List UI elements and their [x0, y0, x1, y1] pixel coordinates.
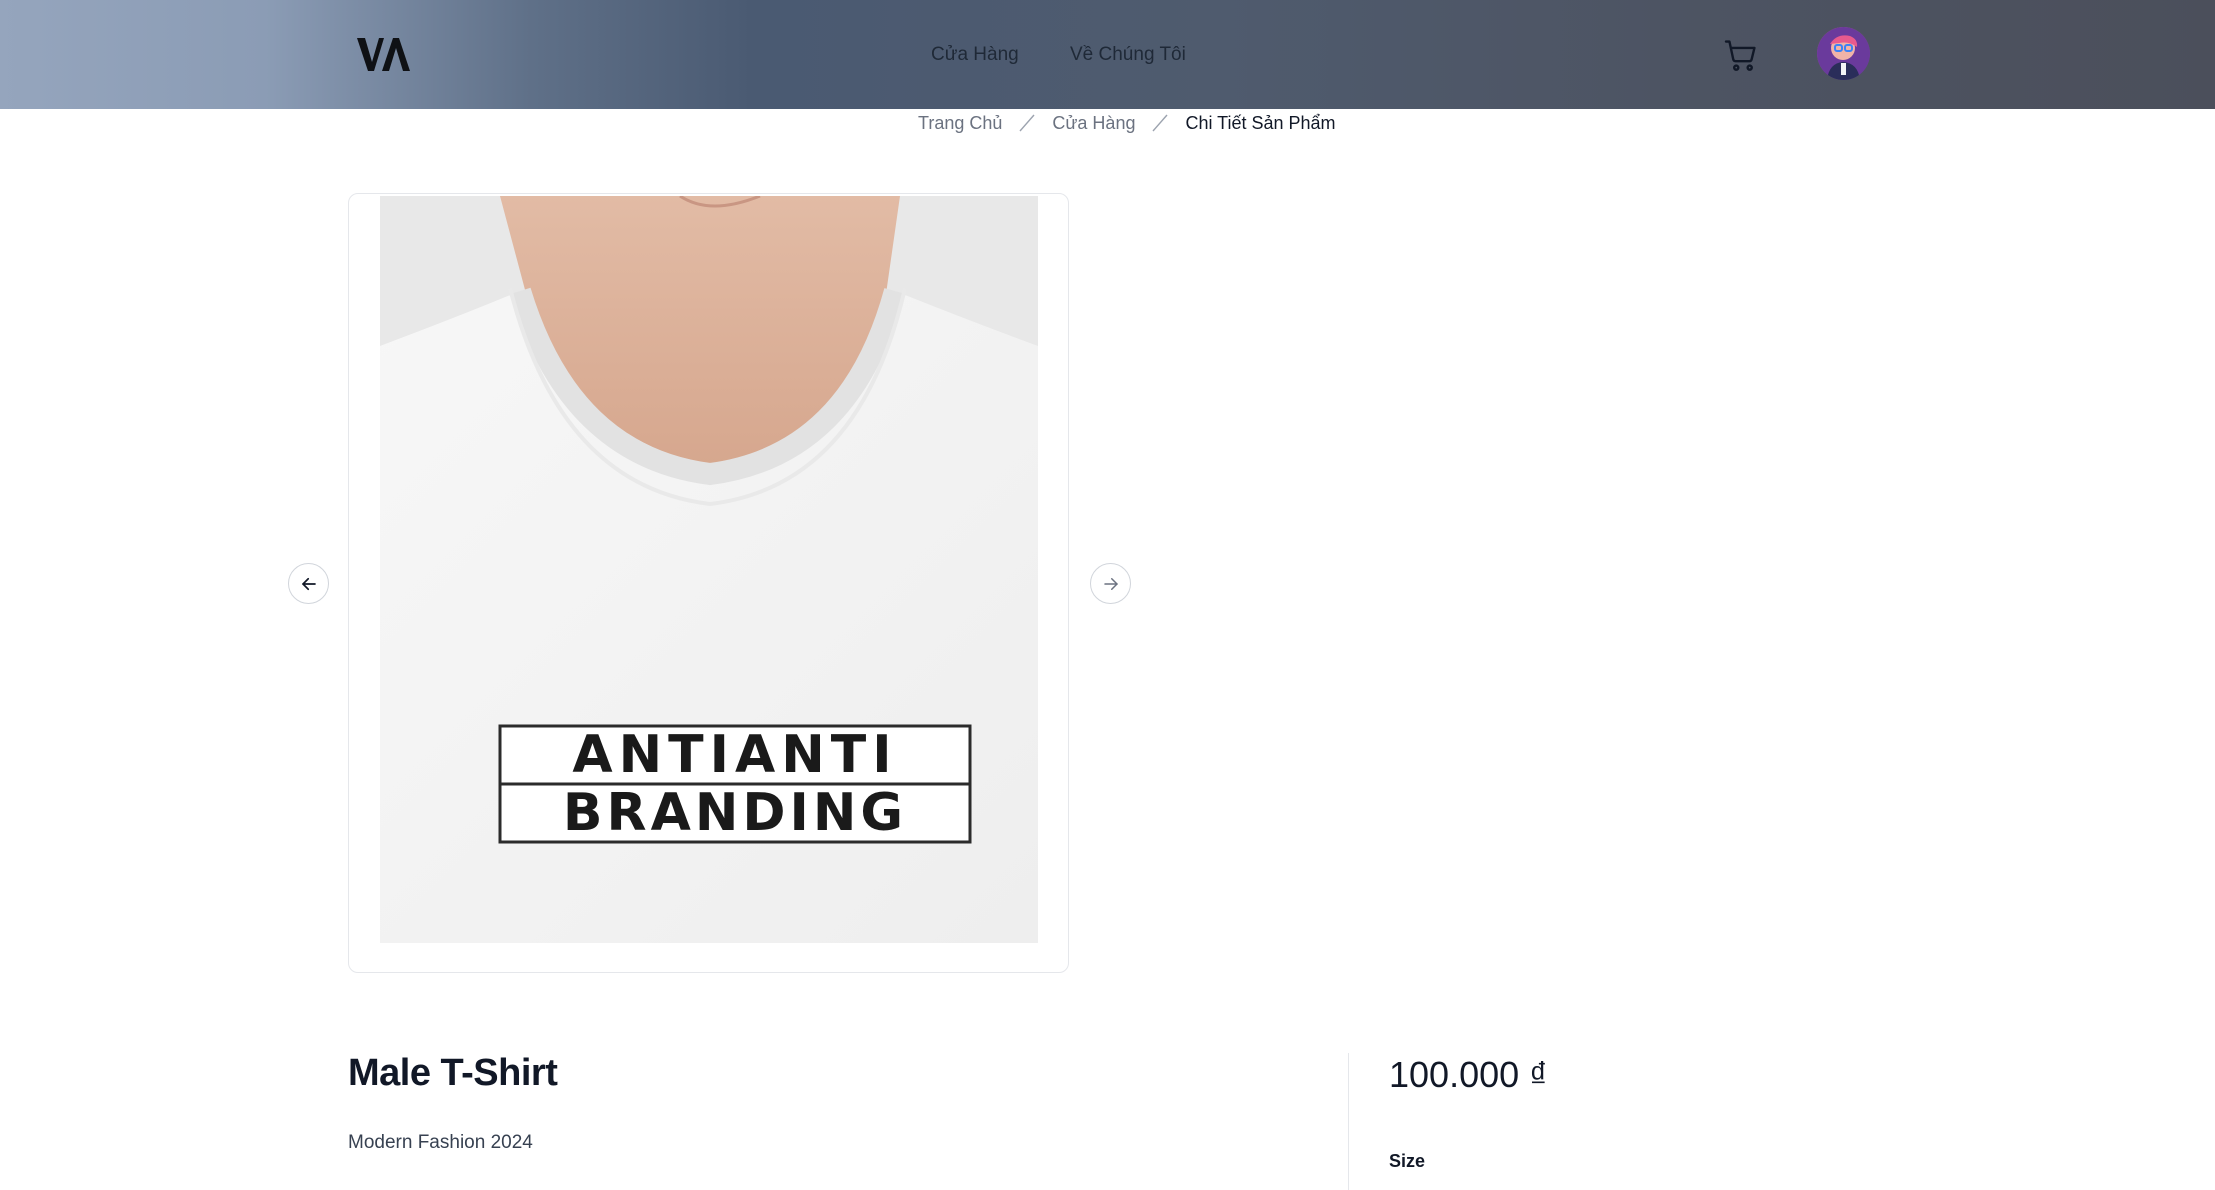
cart-icon	[1724, 40, 1756, 71]
brand-logo[interactable]	[357, 34, 419, 74]
product-image: ANTIANTI BRANDING	[380, 196, 1038, 943]
nav-link-about[interactable]: Về Chúng Tôi	[1070, 44, 1186, 66]
product-subtitle: Modern Fashion 2024	[348, 1132, 533, 1153]
breadcrumb-shop[interactable]: Cửa Hàng	[1052, 113, 1135, 134]
breadcrumb-current: Chi Tiết Sản Phẩm	[1185, 112, 1336, 133]
top-header: Cửa Hàng Về Chúng Tôi	[0, 0, 2215, 109]
product-title: Male T-Shirt	[348, 1052, 558, 1094]
size-label: Size	[1389, 1151, 1426, 1171]
svg-text:BRANDING: BRANDING	[563, 783, 907, 843]
tshirt-photo-icon: ANTIANTI BRANDING	[380, 196, 1038, 943]
breadcrumb-separator-icon	[1019, 114, 1035, 132]
avatar-image-icon	[1817, 27, 1870, 80]
nav-about: Về Chúng Tôi	[1070, 0, 1186, 109]
gallery-prev-button[interactable]	[288, 563, 329, 604]
cart-button[interactable]	[1722, 36, 1760, 74]
product-price: 100.000 ₫	[1389, 1054, 1548, 1095]
nav-shop: Cửa Hàng	[931, 0, 1019, 109]
breadcrumb-separator-icon	[1152, 114, 1168, 132]
breadcrumb: Trang Chủ Cửa Hàng Chi Tiết Sản Phẩm	[918, 110, 1336, 136]
info-divider	[1348, 1053, 1349, 1190]
print-plate: ANTIANTI BRANDING	[498, 724, 972, 844]
breadcrumb-home[interactable]: Trang Chủ	[918, 113, 1002, 134]
arrow-right-icon	[1103, 577, 1118, 590]
gallery-next-button[interactable]	[1090, 563, 1131, 604]
user-avatar[interactable]	[1817, 27, 1870, 80]
logo-mark-icon	[357, 38, 410, 71]
product-gallery: ANTIANTI BRANDING	[348, 193, 1069, 973]
arrow-left-icon	[301, 577, 316, 590]
svg-text:ANTIANTI: ANTIANTI	[572, 725, 897, 785]
nav-link-shop[interactable]: Cửa Hàng	[931, 44, 1019, 66]
